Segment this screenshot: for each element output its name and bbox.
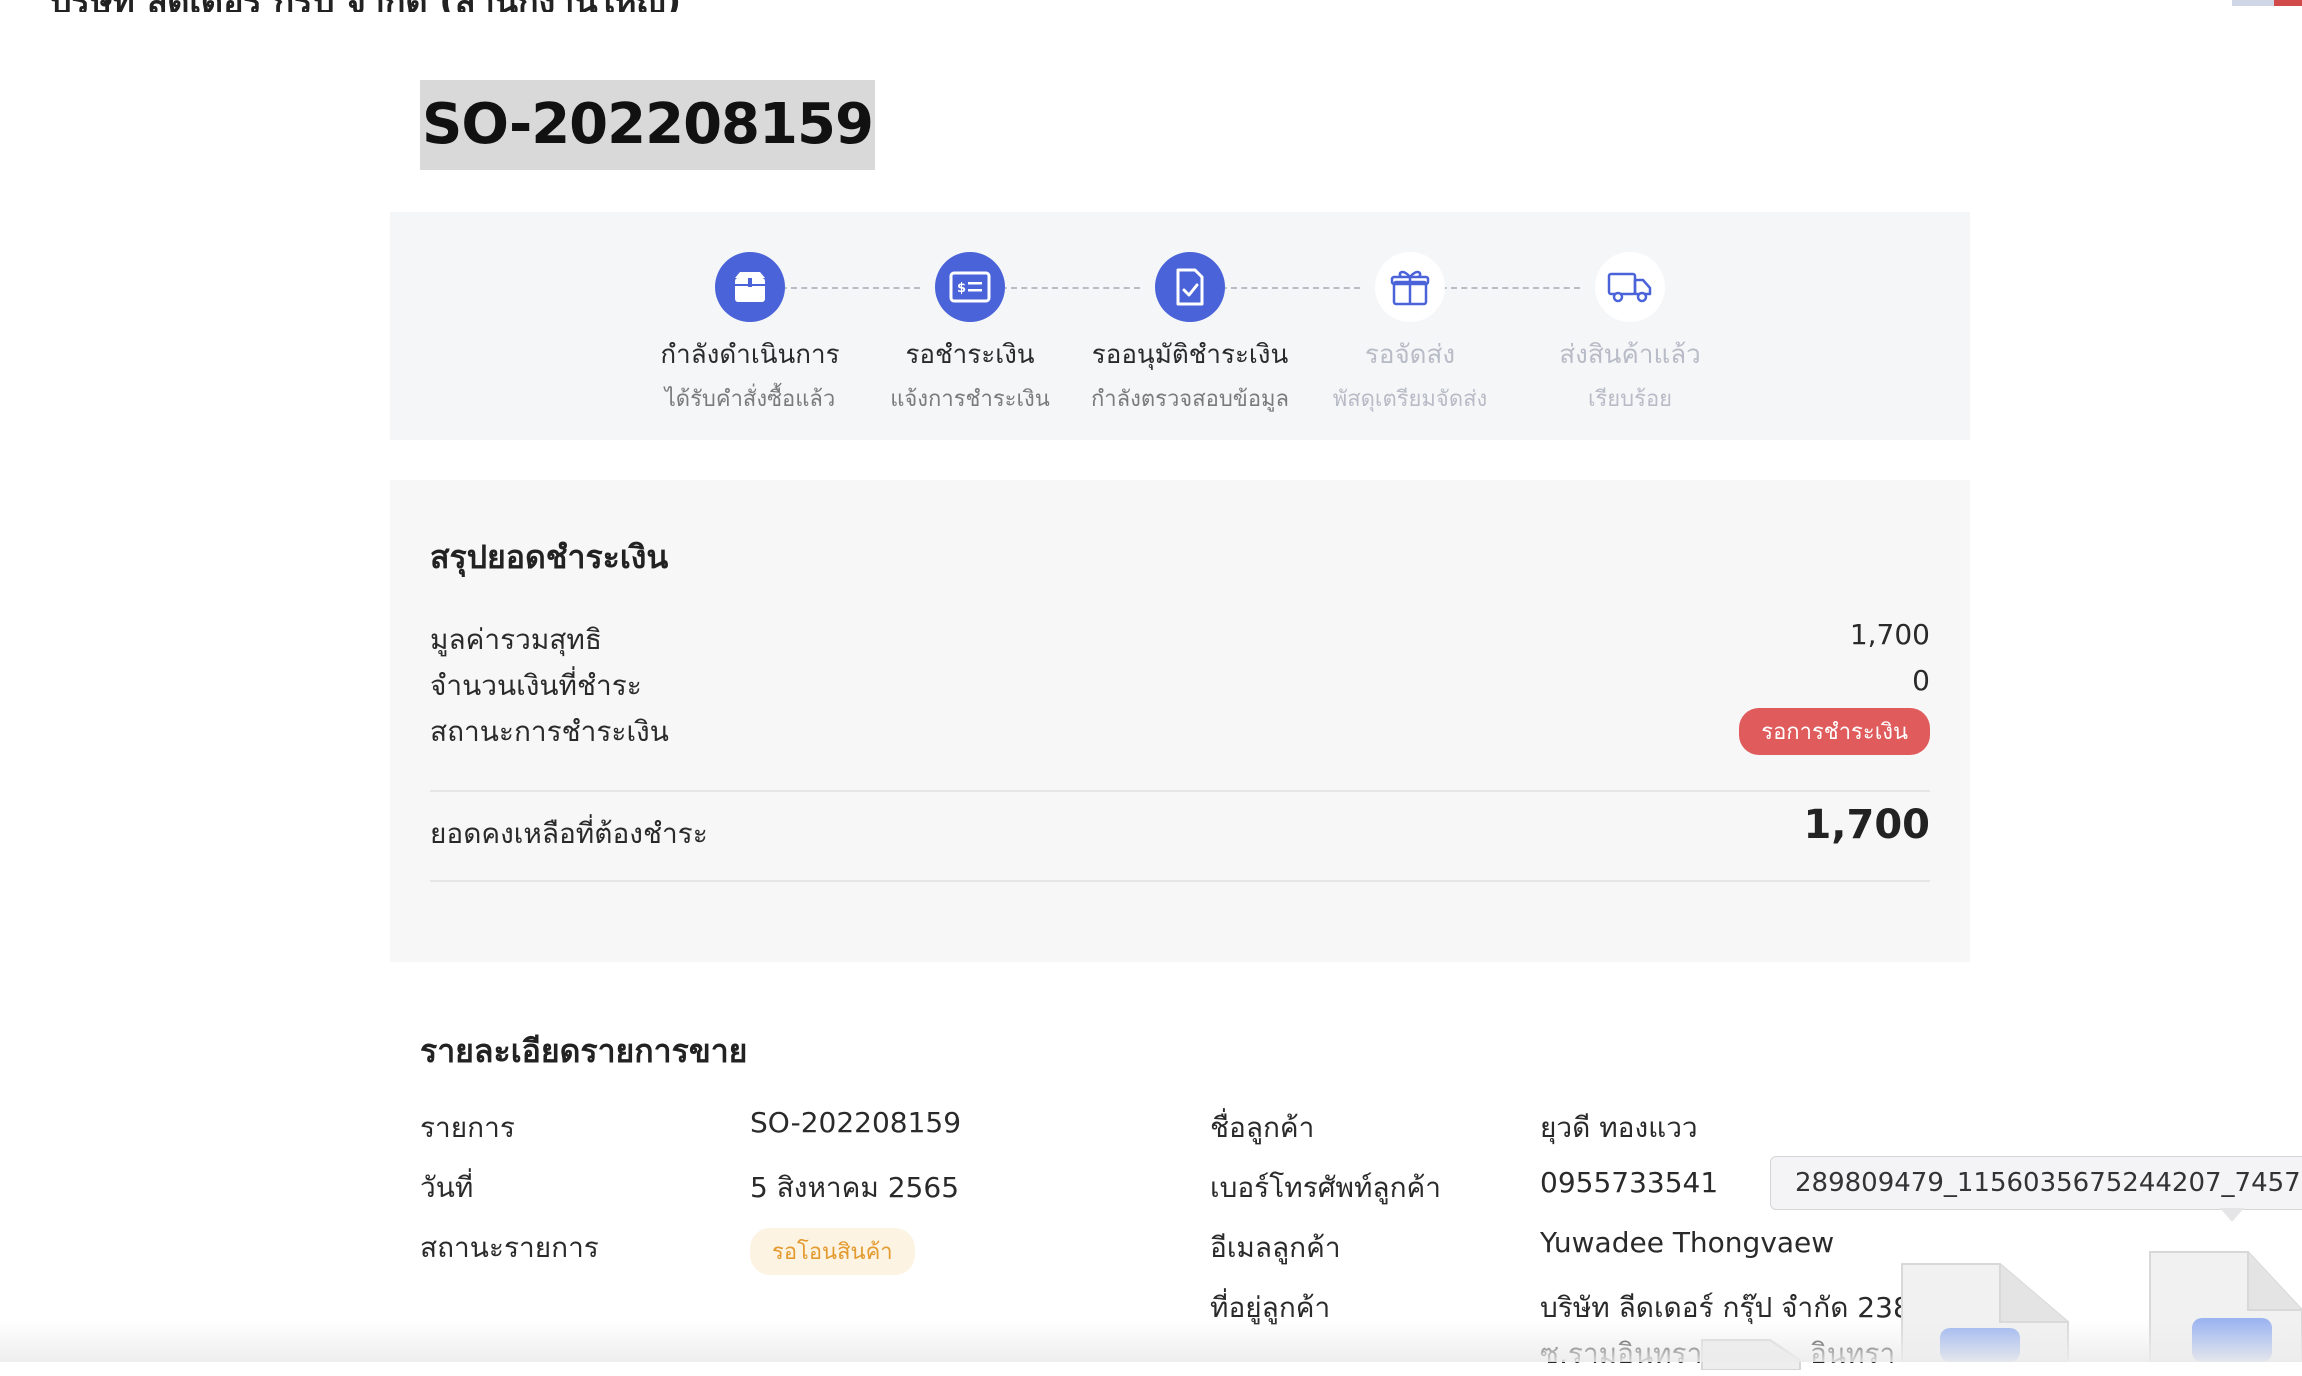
customer-phone-label: เบอร์โทรศัพท์ลูกค้า [1210,1171,1441,1204]
payment-status-label: สถานะการชำระเงิน [430,715,669,748]
step-label: ส่งสินค้าแล้ว [1559,340,1701,370]
summary-title: สรุปยอดชำระเงิน [430,538,669,576]
bottom-shadow [0,1320,2302,1362]
balance-row: ยอดคงเหลือที่ต้องชำระ 1,700 [430,802,1930,856]
top-bar: บริษัท ลีดเดอร์ กรุ๊ป จำกัด (สำนักงานใหญ… [0,0,2302,12]
customer-phone-value: 0955733541 [1540,1166,1719,1199]
filename-tooltip: 289809479_1156035675244207_7457 [1770,1156,2302,1210]
step-sublabel: กำลังตรวจสอบข้อมูล [1090,387,1290,412]
truck-icon [1595,252,1665,322]
net-total-label: มูลค่ารวมสุทธิ [430,623,602,656]
step-awaiting-shipment: รอจัดส่ง พัสดุเตรียมจัดส่ง [1290,252,1530,416]
step-processing: กำลังดำเนินการ ได้รับคำสั่งซื้อแล้ว [630,252,870,416]
step-sublabel: ได้รับคำสั่งซื้อแล้ว [664,387,836,412]
step-label: รออนุมัติชำระเงิน [1091,340,1289,370]
net-total-row: มูลค่ารวมสุทธิ 1,700 [430,618,1930,662]
date-value: 5 สิงหาคม 2565 [750,1171,960,1204]
company-name: บริษัท ลีดเดอร์ กรุ๊ป จำกัด (สำนักงานใหญ… [50,0,681,12]
gift-icon [1375,252,1445,322]
date-label: วันที่ [420,1171,474,1204]
customer-email-value: Yuwadee Thongvaew [1540,1226,1835,1259]
paid-row: จำนวนเงินที่ชำระ 0 [430,664,1930,708]
item-value: SO-202208159 [750,1106,962,1139]
box-icon [715,252,785,322]
balance-label: ยอดคงเหลือที่ต้องชำระ [430,817,708,850]
order-progress-tracker: กำลังดำเนินการ ได้รับคำสั่งซื้อแล้ว $ รอ… [390,212,1970,440]
step-awaiting-payment: $ รอชำระเงิน แจ้งการชำระเงิน [850,252,1090,416]
customer-name-value: ยุวดี ทองแวว [1540,1111,1698,1144]
order-status-badge: รอโอนสินค้า [750,1228,915,1275]
step-sublabel: แจ้งการชำระเงิน [890,387,1050,412]
customer-email-label: อีเมลลูกค้า [1210,1231,1341,1264]
step-label: รอชำระเงิน [905,340,1035,370]
divider [430,790,1930,792]
document-check-icon [1155,252,1225,322]
svg-text:$: $ [957,281,966,296]
order-status-label: สถานะรายการ [420,1231,599,1264]
sale-details-title: รายละเอียดรายการขาย [420,1032,748,1070]
paid-label: จำนวนเงินที่ชำระ [430,669,642,702]
step-awaiting-approval: รออนุมัติชำระเงิน กำลังตรวจสอบข้อมูล [1070,252,1310,416]
step-shipped: ส่งสินค้าแล้ว เรียบร้อย [1510,252,1750,416]
customer-name-label: ชื่อลูกค้า [1210,1111,1315,1144]
step-label: รอจัดส่ง [1364,340,1456,370]
step-sublabel: เรียบร้อย [1587,387,1673,412]
tooltip-arrow [2220,1208,2244,1222]
step-label: กำลังดำเนินการ [660,340,840,370]
order-id-title: SO-202208159 [420,80,875,170]
payment-status-badge: รอการชำระเงิน [1739,708,1930,755]
payment-status-row: สถานะการชำระเงิน รอการชำระเงิน [430,708,1930,755]
item-label: รายการ [420,1111,515,1144]
payment-summary-card: สรุปยอดชำระเงิน มูลค่ารวมสุทธิ 1,700 จำน… [390,480,1970,962]
language-flag-icon[interactable] [2232,0,2302,6]
divider [430,880,1930,882]
bill-icon: $ [935,252,1005,322]
balance-value: 1,700 [1803,802,1930,848]
paid-value: 0 [1912,664,1930,697]
net-total-value: 1,700 [1849,618,1930,651]
step-sublabel: พัสดุเตรียมจัดส่ง [1332,387,1488,412]
